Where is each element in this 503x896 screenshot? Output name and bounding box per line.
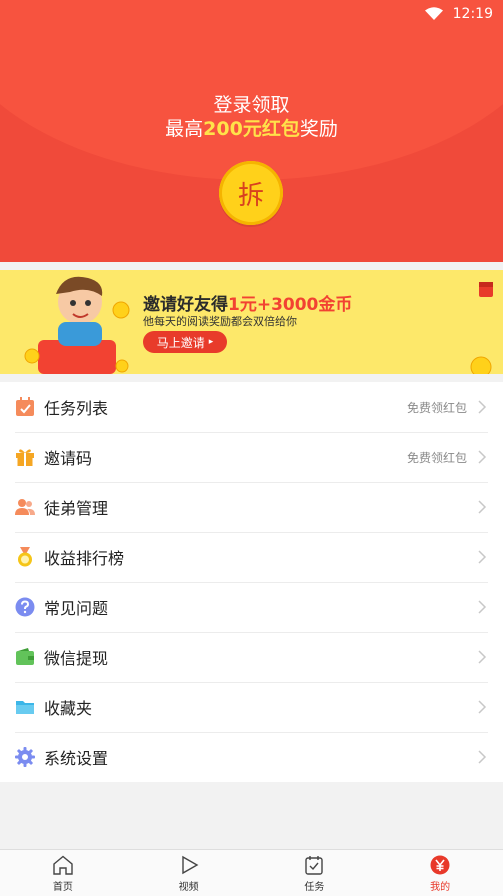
- calendar-icon: [15, 397, 35, 417]
- menu-item-label: 常见问题: [44, 599, 109, 618]
- question-icon: [15, 597, 35, 617]
- status-time: 12:19: [452, 6, 493, 22]
- login-reward-header: 12:19 登录领取 最高200元红包奖励 拆: [0, 0, 503, 262]
- subtitle-highlight: 200元红包: [203, 118, 300, 140]
- tab-tasks[interactable]: 任务: [252, 850, 378, 896]
- menu-list: 任务列表 免费领红包 邀请码 免费领红包 徒弟管理 收益排行榜 常见问题 微信提…: [0, 382, 503, 782]
- wallet-icon: [15, 647, 35, 667]
- coin-icon: [470, 356, 492, 374]
- wifi-icon: [424, 7, 443, 20]
- chevron-right-icon: [478, 550, 487, 564]
- menu-item-system-settings[interactable]: 系统设置: [0, 732, 503, 782]
- boy-illustration-icon: [24, 276, 130, 374]
- tab-label: 我的: [430, 881, 451, 893]
- menu-item-label: 微信提现: [44, 649, 109, 668]
- menu-item-label: 系统设置: [44, 749, 109, 768]
- menu-item-label: 收藏夹: [44, 699, 93, 718]
- tab-label: 任务: [304, 881, 325, 893]
- headline-highlight: 1元+3000金币: [228, 295, 353, 315]
- subtitle-suffix: 奖励: [299, 118, 338, 140]
- invite-now-button[interactable]: 马上邀请 ▸: [143, 331, 227, 353]
- yuan-icon: [429, 854, 451, 876]
- invite-banner[interactable]: 邀请好友得1元+3000金币 他每天的阅读奖励都会双倍给你 马上邀请 ▸: [0, 270, 503, 374]
- menu-item-label: 任务列表: [44, 399, 109, 418]
- menu-item-task-list[interactable]: 任务列表 免费领红包: [0, 382, 503, 432]
- menu-item-earnings-ranking[interactable]: 收益排行榜: [0, 532, 503, 582]
- caret-right-icon: ▸: [208, 337, 214, 347]
- medal-icon: [15, 547, 35, 567]
- tab-label: 首页: [52, 881, 73, 893]
- open-red-packet-button[interactable]: 拆: [219, 161, 283, 225]
- chevron-right-icon: [478, 650, 487, 664]
- task-icon: [303, 854, 325, 876]
- folder-icon: [15, 697, 35, 717]
- chevron-right-icon: [478, 400, 487, 414]
- tab-video[interactable]: 视频: [126, 850, 252, 896]
- menu-item-label: 邀请码: [44, 449, 93, 468]
- banner-subtitle: 他每天的阅读奖励都会双倍给你: [143, 315, 297, 328]
- home-icon: [52, 854, 74, 876]
- chevron-right-icon: [478, 750, 487, 764]
- chevron-right-icon: [478, 450, 487, 464]
- gear-icon: [15, 747, 35, 767]
- bottom-tab-bar: 首页 视频 任务 我的: [0, 849, 503, 896]
- menu-item-favorites[interactable]: 收藏夹: [0, 682, 503, 732]
- invite-button-label: 马上邀请: [156, 335, 205, 350]
- banner-headline: 邀请好友得1元+3000金币: [143, 290, 352, 315]
- open-button-label: 拆: [237, 180, 264, 211]
- menu-item-label: 收益排行榜: [44, 549, 125, 568]
- menu-item-hint: 免费领红包: [406, 450, 467, 465]
- chevron-right-icon: [478, 700, 487, 714]
- menu-item-invite-code[interactable]: 邀请码 免费领红包: [0, 432, 503, 482]
- header-title: 登录领取: [213, 94, 290, 116]
- chevron-right-icon: [478, 500, 487, 514]
- play-icon: [178, 854, 200, 876]
- users-icon: [15, 497, 35, 517]
- header-subtitle: 最高200元红包奖励: [0, 114, 503, 141]
- tab-mine[interactable]: 我的: [377, 850, 503, 896]
- red-packet-icon: [479, 282, 493, 297]
- menu-item-label: 徒弟管理: [44, 499, 109, 518]
- status-bar: 12:19: [424, 4, 493, 24]
- headline-prefix: 邀请好友得: [143, 295, 228, 315]
- menu-item-hint: 免费领红包: [406, 400, 467, 415]
- tab-label: 视频: [178, 881, 199, 893]
- menu-item-wechat-withdraw[interactable]: 微信提现: [0, 632, 503, 682]
- menu-item-apprentice-management[interactable]: 徒弟管理: [0, 482, 503, 532]
- gift-icon: [15, 447, 35, 467]
- menu-item-faq[interactable]: 常见问题: [0, 582, 503, 632]
- tab-home[interactable]: 首页: [0, 850, 126, 896]
- chevron-right-icon: [478, 600, 487, 614]
- subtitle-prefix: 最高: [165, 118, 204, 140]
